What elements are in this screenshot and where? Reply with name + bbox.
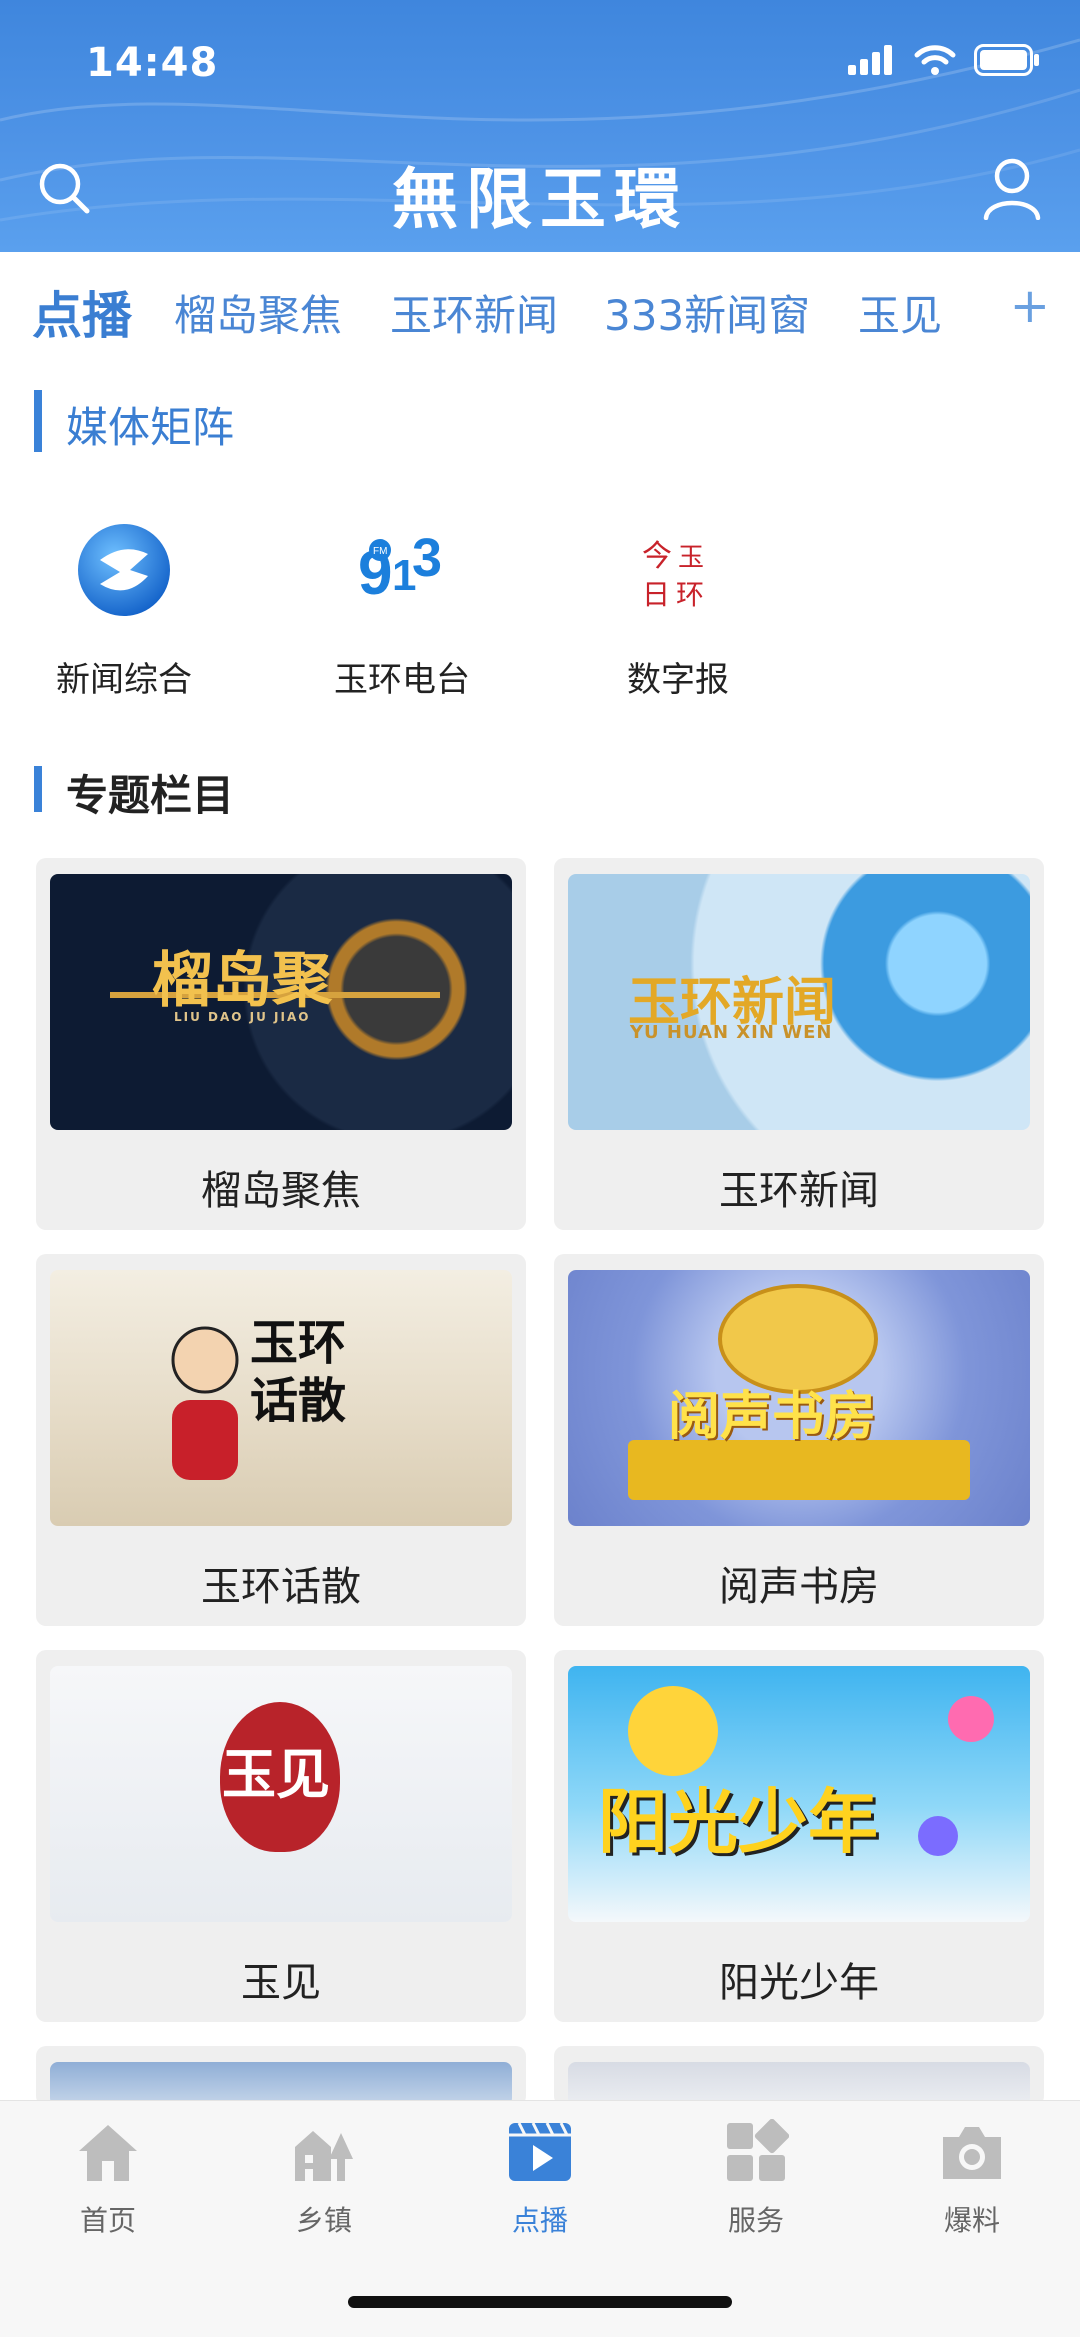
nav-label: 爆料: [943, 2204, 1000, 2237]
add-tab-icon[interactable]: +: [1010, 278, 1050, 334]
home-indicator[interactable]: [348, 2296, 732, 2308]
topic-card[interactable]: 阅声书房 阅声书房: [554, 1254, 1044, 1626]
topic-card[interactable]: 阳光少年 阳光少年: [554, 1650, 1044, 2022]
thumbnail-title: 玉环话散: [250, 1315, 347, 1429]
app-header: 14:48 無限玉環: [0, 0, 1080, 252]
channel-tabs: 点播 榴岛聚焦 玉环新闻 333新闻窗 玉见 +: [0, 252, 1080, 362]
nav-services[interactable]: 服务: [686, 2118, 826, 2239]
tab-dianbo[interactable]: 点播: [32, 276, 132, 348]
battery-icon: [974, 44, 1039, 76]
media-label: 新闻综合: [56, 660, 192, 700]
media-label: 玉环电台: [334, 660, 470, 700]
tab-liudao-jujiao[interactable]: 榴岛聚焦: [174, 282, 342, 343]
home-icon: [79, 2125, 137, 2181]
nav-label: 乡镇: [295, 2204, 352, 2237]
media-label: 数字报: [627, 660, 729, 700]
topic-label: 玉环话散: [201, 1564, 361, 1610]
svg-text:今: 今: [642, 539, 672, 574]
news-channel-icon: [78, 524, 170, 616]
nav-label: 首页: [79, 2204, 136, 2237]
topic-label: 榴岛聚焦: [201, 1168, 361, 1214]
cartoon-avatar-icon: [171, 1326, 239, 1480]
nav-label: 点播: [511, 2204, 568, 2237]
section-accent-bar: [34, 766, 42, 812]
camera-icon: [943, 2127, 1001, 2179]
topic-card[interactable]: 玉环新闻 YU HUAN XIN WEN 玉环新闻: [554, 858, 1044, 1230]
topic-card[interactable]: [554, 2046, 1044, 2106]
thumbnail-title: 榴岛聚: [152, 946, 332, 1016]
media-item-newspaper[interactable]: 今 玉 日 环 数字报: [578, 520, 778, 701]
media-section-title: 媒体矩阵: [66, 403, 235, 452]
thumbnail-title: 阅声书房: [668, 1387, 877, 1447]
topic-card[interactable]: 榴岛聚 LIU DAO JU JIAO 榴岛聚焦: [36, 858, 526, 1230]
nav-label: 服务: [727, 2204, 784, 2237]
topic-card[interactable]: [36, 2046, 526, 2106]
thumbnail-title: 阳光少年: [598, 1781, 878, 1863]
topic-thumbnail: 阅声书房: [568, 1270, 1030, 1526]
tab-333-news[interactable]: 333新闻窗: [604, 282, 810, 343]
topic-thumbnail: 玉环话散: [50, 1270, 512, 1526]
nav-town[interactable]: 乡镇: [254, 2119, 394, 2239]
section-accent-bar: [34, 390, 42, 452]
svg-text:玉: 玉: [678, 543, 704, 573]
video-play-icon: [509, 2122, 571, 2181]
media-item-radio[interactable]: 9 1 3 FM 玉环电台: [302, 520, 502, 701]
nav-tipoff[interactable]: 爆料: [902, 2119, 1042, 2239]
topic-thumbnail: 阳光少年: [568, 1666, 1030, 1922]
svg-text:环: 环: [676, 578, 704, 611]
topic-label: 玉见: [241, 1960, 321, 2006]
topics-section-title: 专题栏目: [66, 771, 235, 820]
topic-label: 阅声书房: [719, 1564, 879, 1610]
app-title: 無限玉環: [392, 160, 688, 238]
radio-fm-icon: 9 1 3 FM: [358, 528, 442, 608]
thumbnail-subtitle: YU HUAN XIN WEN: [630, 1022, 833, 1043]
nav-vod[interactable]: 点播: [470, 2119, 610, 2239]
topic-card[interactable]: 玉环话散 玉环话散: [36, 1254, 526, 1626]
topic-label: 阳光少年: [719, 1960, 879, 2006]
status-time: 14:48: [86, 40, 219, 86]
signal-icon: [848, 45, 892, 75]
services-icon: [727, 2118, 790, 2181]
status-icons: [848, 44, 1040, 76]
topic-thumbnail: 玉环新闻 YU HUAN XIN WEN: [568, 874, 1030, 1130]
topic-card[interactable]: 玉见 玉见: [36, 1650, 526, 2022]
user-icon[interactable]: [982, 156, 1042, 220]
thumbnail-subtitle: LIU DAO JU JIAO: [174, 1010, 311, 1024]
media-item-news[interactable]: 新闻综合: [24, 520, 224, 701]
topic-label: 玉环新闻: [719, 1168, 879, 1214]
svg-text:FM: FM: [373, 546, 387, 557]
topic-thumbnail: 玉见: [50, 1666, 512, 1922]
tab-yuhuan-news[interactable]: 玉环新闻: [390, 282, 558, 343]
town-icon: [295, 2131, 353, 2181]
topic-thumbnail: 榴岛聚 LIU DAO JU JIAO: [50, 874, 512, 1130]
nav-home[interactable]: 首页: [38, 2119, 178, 2239]
svg-text:日: 日: [642, 578, 670, 611]
tab-yujian[interactable]: 玉见: [858, 282, 942, 343]
thumbnail-title: 玉见: [222, 1742, 330, 1806]
wifi-icon: [914, 45, 956, 75]
svg-text:3: 3: [412, 528, 442, 588]
digital-newspaper-icon: 今 玉 日 环: [642, 539, 704, 611]
